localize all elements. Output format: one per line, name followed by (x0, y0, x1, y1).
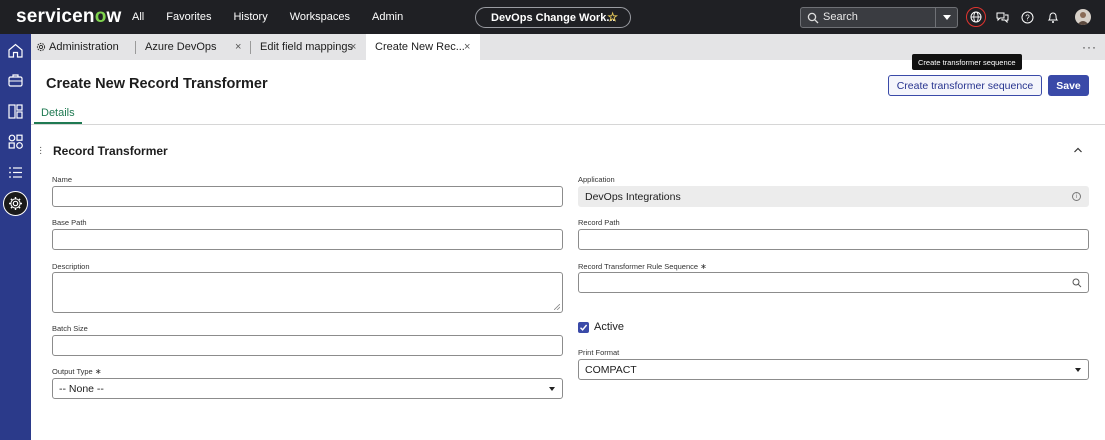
servicenow-logo[interactable]: servicenow (16, 6, 122, 28)
user-avatar[interactable] (1075, 9, 1091, 25)
save-button[interactable]: Save (1048, 75, 1089, 96)
chevron-down-icon (549, 387, 555, 391)
close-icon[interactable]: × (235, 41, 241, 53)
chevron-up-icon[interactable] (1073, 145, 1083, 155)
global-search[interactable]: Search (800, 7, 958, 28)
search-icon (807, 12, 819, 24)
name-input[interactable] (52, 186, 563, 207)
tab-azure-devops[interactable]: Azure DevOps × (145, 34, 251, 60)
menu-workspaces[interactable]: Workspaces (290, 11, 350, 23)
batch-size-label: Batch Size (52, 324, 88, 333)
divider (31, 124, 1105, 125)
menu-favorites[interactable]: Favorites (166, 11, 211, 23)
context-title: DevOps Change Work... (491, 11, 616, 24)
bell-icon[interactable] (1044, 8, 1062, 26)
dashboard-icon[interactable] (7, 103, 24, 120)
info-icon[interactable]: i (1072, 192, 1081, 201)
base-path-label: Base Path (52, 218, 87, 227)
description-textarea[interactable] (52, 272, 563, 313)
application-label: Application (578, 175, 615, 184)
menu-history[interactable]: History (233, 11, 267, 23)
close-icon[interactable]: × (350, 41, 356, 53)
svg-text:?: ? (1025, 13, 1030, 22)
create-transformer-sequence-button[interactable]: Create transformer sequence (888, 75, 1042, 96)
briefcase-icon[interactable] (7, 72, 24, 89)
more-options-icon[interactable]: ··· (1082, 40, 1097, 54)
main-menu: All Favorites History Workspaces Admin (132, 0, 425, 34)
globe-icon[interactable] (966, 7, 986, 27)
list-icon[interactable] (7, 164, 24, 181)
tab-divider (250, 41, 251, 54)
chevron-down-icon (942, 15, 951, 20)
tab-label: Administration (49, 41, 119, 53)
chat-icon[interactable] (993, 8, 1011, 26)
print-format-select[interactable]: COMPACT (578, 359, 1089, 380)
resize-handle-icon[interactable] (554, 304, 560, 310)
tooltip: Create transformer sequence (912, 54, 1022, 70)
admin-gear-button[interactable] (3, 191, 28, 216)
menu-admin[interactable]: Admin (372, 11, 403, 23)
rule-sequence-reference-input[interactable] (578, 272, 1089, 293)
required-marker: ∗ (94, 367, 102, 376)
base-path-input[interactable] (52, 229, 563, 250)
print-format-value: COMPACT (585, 363, 637, 376)
tab-divider (135, 41, 136, 54)
output-type-label: Output Type ∗ (52, 367, 102, 376)
apps-icon[interactable] (7, 133, 24, 150)
page-title: Create New Record Transformer (46, 76, 268, 92)
application-value: DevOps Integrations (585, 190, 681, 203)
tab-create-new-record[interactable]: Create New Rec... × (366, 34, 480, 60)
output-type-select[interactable]: -- None -- (52, 378, 563, 399)
sidebar-rail (0, 34, 31, 440)
menu-all[interactable]: All (132, 11, 144, 23)
chevron-down-icon (1075, 368, 1081, 372)
star-icon[interactable]: ☆ (607, 10, 618, 24)
print-format-label: Print Format (578, 348, 620, 357)
active-label[interactable]: Active (594, 321, 624, 333)
drag-handle-icon[interactable]: · · · (39, 143, 42, 159)
top-navigation-bar: servicenow All Favorites History Workspa… (0, 0, 1105, 34)
record-path-input[interactable] (578, 229, 1089, 250)
home-icon[interactable] (7, 42, 24, 59)
record-path-label: Record Path (578, 218, 620, 227)
tab-administration[interactable]: Administration (36, 34, 136, 60)
active-checkbox[interactable] (578, 322, 589, 333)
section-title: Record Transformer (53, 144, 168, 158)
gear-icon (9, 197, 22, 210)
description-label: Description (52, 262, 90, 271)
batch-size-input[interactable] (52, 335, 563, 356)
search-scope-dropdown[interactable] (935, 8, 957, 27)
tab-label: Create New Rec... (375, 41, 465, 53)
tab-details[interactable]: Details (41, 107, 75, 119)
help-icon[interactable]: ? (1018, 8, 1036, 26)
checkmark-icon (580, 324, 588, 331)
name-label: Name (52, 175, 73, 184)
tab-label: Azure DevOps (145, 41, 217, 53)
rule-sequence-label: Record Transformer Rule Sequence ∗ (578, 262, 707, 271)
search-label: Search (823, 11, 858, 23)
application-field: DevOps Integrations i (578, 186, 1089, 207)
close-icon[interactable]: × (464, 41, 470, 53)
gear-icon (36, 42, 46, 52)
tab-label: Edit field mappings (260, 41, 353, 53)
output-type-value: -- None -- (59, 382, 104, 395)
context-title-pill[interactable]: DevOps Change Work... ☆ (475, 7, 631, 28)
required-marker: ∗ (700, 262, 707, 271)
tab-edit-field-mappings[interactable]: Edit field mappings × (260, 34, 362, 60)
search-icon[interactable] (1072, 278, 1082, 288)
